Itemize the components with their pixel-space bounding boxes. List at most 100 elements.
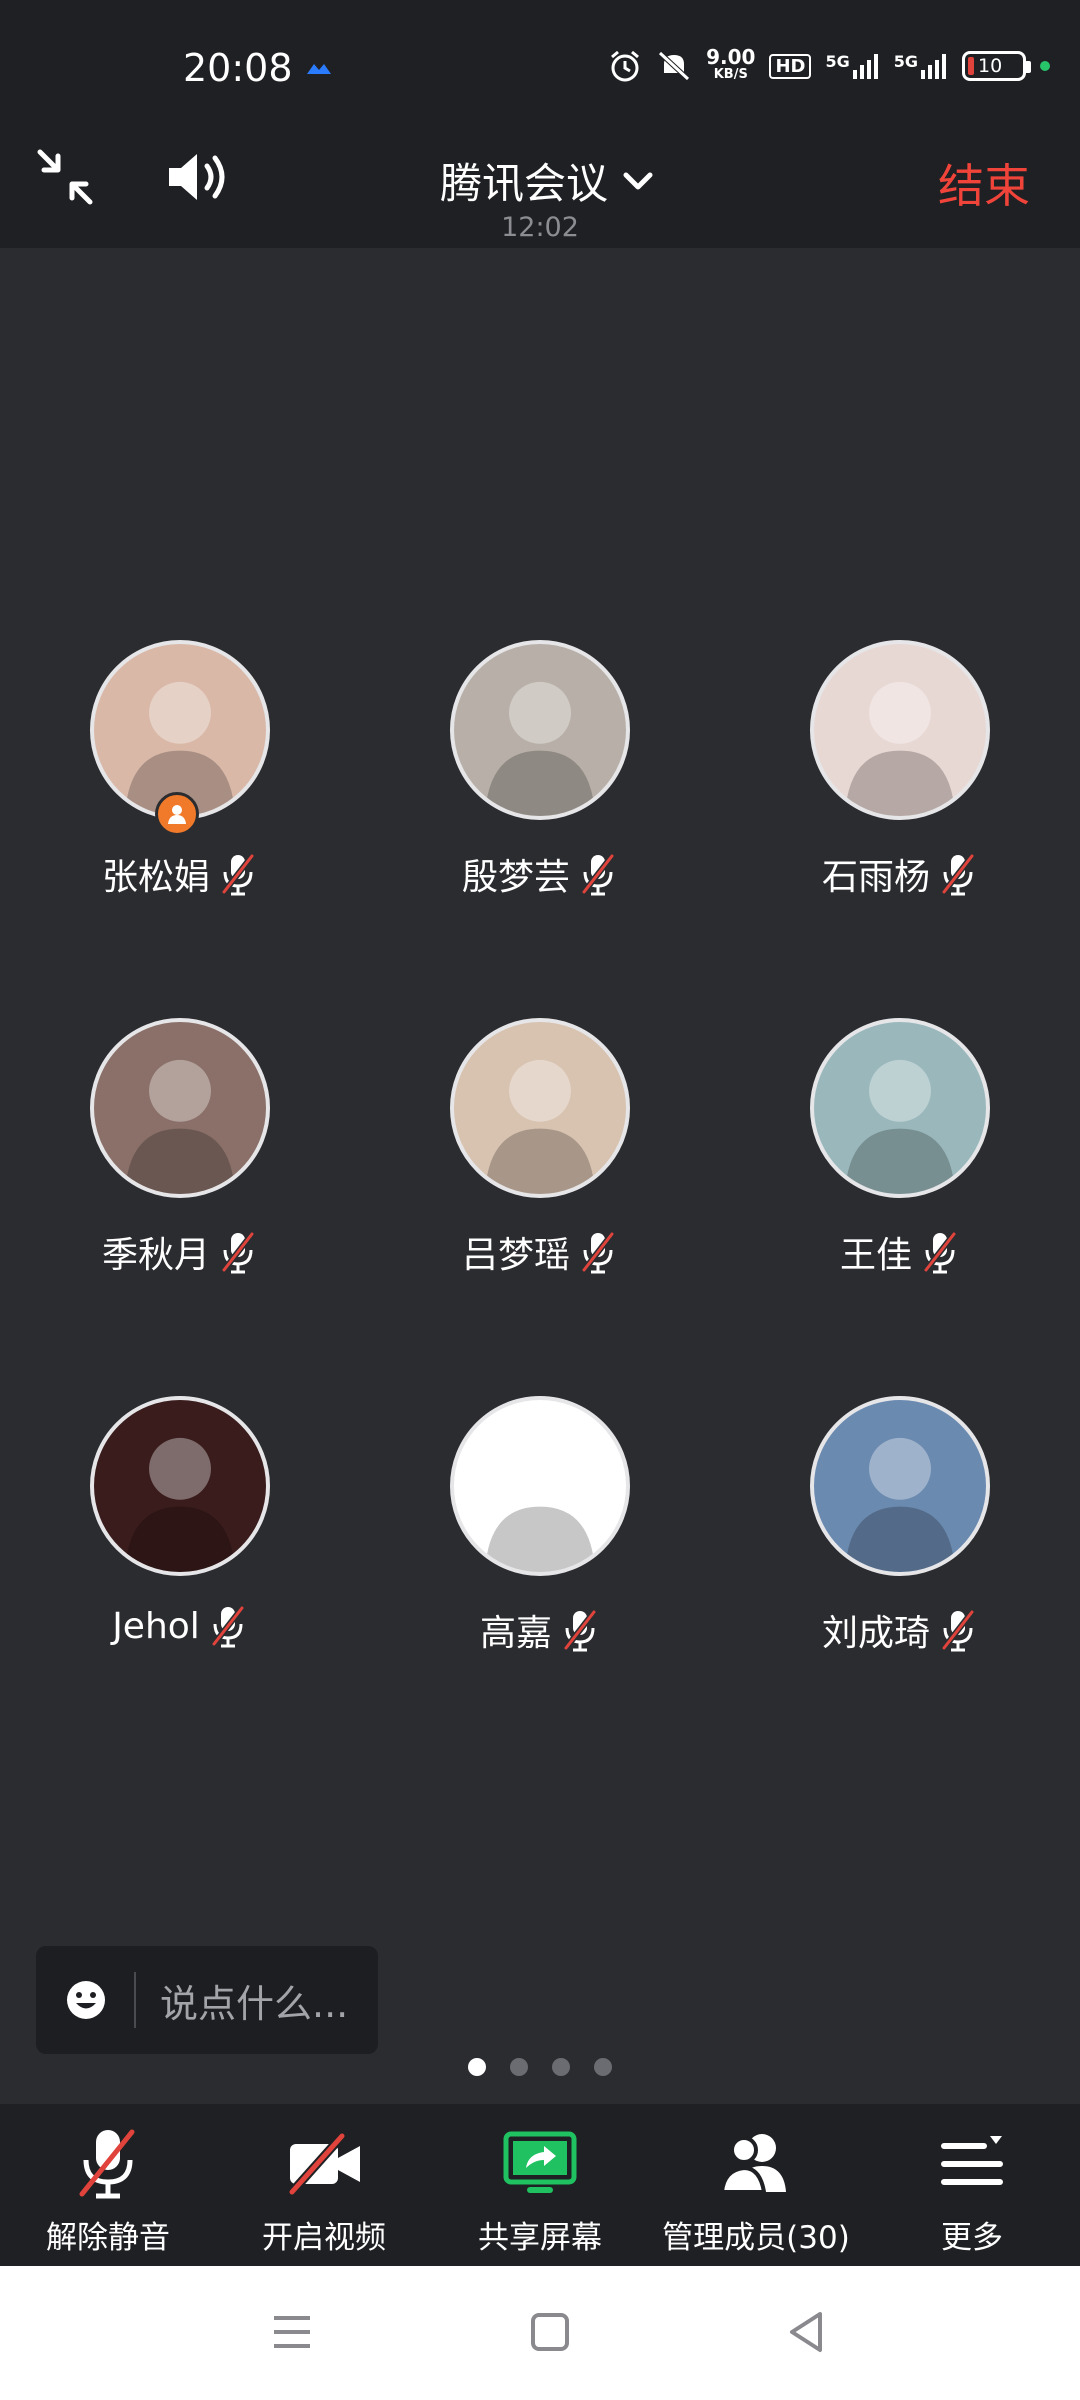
- chevron-down-icon: [623, 172, 653, 189]
- chat-divider: [134, 1972, 136, 2028]
- back-icon[interactable]: [786, 2310, 826, 2354]
- home-icon[interactable]: [530, 2312, 570, 2352]
- avatar-photo: [844, 1437, 956, 1572]
- status-icons: 9.00 KB/S HD 5G 5G 10: [608, 47, 1050, 84]
- mic-muted-icon: [923, 1232, 957, 1274]
- avatar-photo: [844, 1059, 956, 1194]
- system-navigation-bar: [0, 2266, 1080, 2400]
- speaker-icon[interactable]: [165, 148, 233, 206]
- share-screen-icon: [503, 2131, 577, 2193]
- participant-avatar[interactable]: [90, 1018, 270, 1198]
- avatar-photo: [844, 681, 956, 816]
- participant-name: 高嘉: [479, 1613, 552, 1654]
- members-label: 管理成员(30): [662, 2220, 850, 2256]
- participant-tile[interactable]: 高嘉: [360, 1396, 720, 1696]
- mic-muted-icon: [211, 1606, 245, 1648]
- meeting-header: 腾讯会议 12:02 结束: [0, 140, 1080, 248]
- share-screen-button[interactable]: 共享屏幕: [432, 2104, 648, 2266]
- recent-apps-icon[interactable]: [272, 2312, 312, 2352]
- participant-tile[interactable]: Jehol: [0, 1396, 360, 1696]
- page-indicator: [0, 2058, 1080, 2076]
- participant-tile[interactable]: 吕梦瑶: [360, 1018, 720, 1318]
- participant-name: 殷梦芸: [461, 857, 570, 898]
- participant-name-row: Jehol: [0, 1604, 360, 1648]
- participant-name-row: 王佳: [720, 1226, 1080, 1278]
- signal-1: 5G: [825, 52, 879, 80]
- meeting-title-dropdown[interactable]: 腾讯会议: [440, 150, 656, 211]
- mute-bell-icon: [658, 51, 690, 81]
- participant-name-row: 张松娟: [0, 848, 360, 900]
- meeting-app-notification-icon: [307, 64, 331, 74]
- more-label: 更多: [941, 2220, 1003, 2256]
- participant-tile[interactable]: 刘成琦: [720, 1396, 1080, 1696]
- privacy-indicator-dot: [1040, 61, 1050, 71]
- participant-avatar[interactable]: [810, 1018, 990, 1198]
- participant-name-row: 吕梦瑶: [360, 1226, 720, 1278]
- mic-muted-icon: [941, 854, 975, 896]
- mic-muted-icon: [79, 2129, 135, 2199]
- avatar-photo: [124, 1059, 236, 1194]
- unmute-button[interactable]: 解除静音: [0, 2104, 216, 2266]
- mic-muted-icon: [221, 854, 255, 896]
- avatar-photo: [484, 681, 596, 816]
- page-dot[interactable]: [468, 2058, 486, 2076]
- signal-2-label: 5G: [893, 52, 918, 71]
- participant-avatar[interactable]: [450, 640, 630, 820]
- participant-name-row: 石雨杨: [720, 848, 1080, 900]
- host-badge: [155, 792, 199, 836]
- signal-1-label: 5G: [825, 52, 850, 71]
- page-dot[interactable]: [510, 2058, 528, 2076]
- more-menu-icon: [941, 2136, 1003, 2185]
- participant-tile[interactable]: 殷梦芸: [360, 640, 720, 940]
- participant-avatar[interactable]: [450, 1018, 630, 1198]
- share-label: 共享屏幕: [478, 2220, 602, 2256]
- page-dot[interactable]: [552, 2058, 570, 2076]
- battery-fill: [968, 57, 974, 75]
- signal-2: 5G: [894, 52, 948, 80]
- chat-input[interactable]: 说点什么...: [36, 1946, 378, 2054]
- network-speed: 9.00 KB/S: [706, 47, 755, 84]
- avatar-photo: [124, 681, 236, 816]
- signal-bars-2-icon: [921, 54, 946, 79]
- participant-name-row: 刘成琦: [720, 1604, 1080, 1656]
- avatar-photo: [484, 1437, 596, 1572]
- participant-name: 石雨杨: [821, 857, 930, 898]
- participant-name: 吕梦瑶: [461, 1235, 570, 1276]
- participant-name-row: 高嘉: [360, 1604, 720, 1656]
- mic-muted-icon: [221, 1232, 255, 1274]
- participant-tile[interactable]: 张松娟: [0, 640, 360, 940]
- status-bar: 20:08 9.00 KB/S HD 5G 5G 10: [0, 0, 1080, 140]
- participant-avatar[interactable]: [90, 1396, 270, 1576]
- participant-name: 季秋月: [101, 1235, 210, 1276]
- start-video-button[interactable]: 开启视频: [216, 2104, 432, 2266]
- participant-tile[interactable]: 石雨杨: [720, 640, 1080, 940]
- battery-indicator: 10: [962, 51, 1031, 81]
- end-meeting-button[interactable]: 结束: [938, 150, 1030, 216]
- participant-tile[interactable]: 季秋月: [0, 1018, 360, 1318]
- participant-avatar[interactable]: [810, 1396, 990, 1576]
- participant-name: 张松娟: [101, 857, 210, 898]
- signal-bars-1-icon: [852, 54, 878, 79]
- unmute-label: 解除静音: [46, 2220, 170, 2256]
- participant-name: 刘成琦: [821, 1613, 930, 1654]
- page-dot[interactable]: [594, 2058, 612, 2076]
- participant-avatar[interactable]: [450, 1396, 630, 1576]
- chat-placeholder: 说点什么...: [160, 1981, 349, 2026]
- manage-members-button[interactable]: 管理成员(30): [648, 2104, 864, 2266]
- participant-tile[interactable]: 王佳: [720, 1018, 1080, 1318]
- more-button[interactable]: 更多: [864, 2104, 1080, 2266]
- minimize-window-icon[interactable]: [36, 148, 94, 206]
- participant-avatar[interactable]: [810, 640, 990, 820]
- host-person-icon: [168, 805, 186, 824]
- video-off-icon: [288, 2133, 360, 2195]
- alarm-icon: [611, 50, 640, 82]
- meeting-title: 腾讯会议: [440, 159, 609, 208]
- status-time: 20:08: [183, 46, 293, 90]
- mic-muted-icon: [941, 1610, 975, 1652]
- mic-muted-icon: [581, 854, 615, 896]
- participant-name: Jehol: [112, 1605, 200, 1647]
- emoji-icon[interactable]: [64, 1978, 108, 2022]
- meeting-timer: 12:02: [501, 212, 579, 243]
- avatar-photo: [484, 1059, 596, 1194]
- avatar-photo: [124, 1437, 236, 1572]
